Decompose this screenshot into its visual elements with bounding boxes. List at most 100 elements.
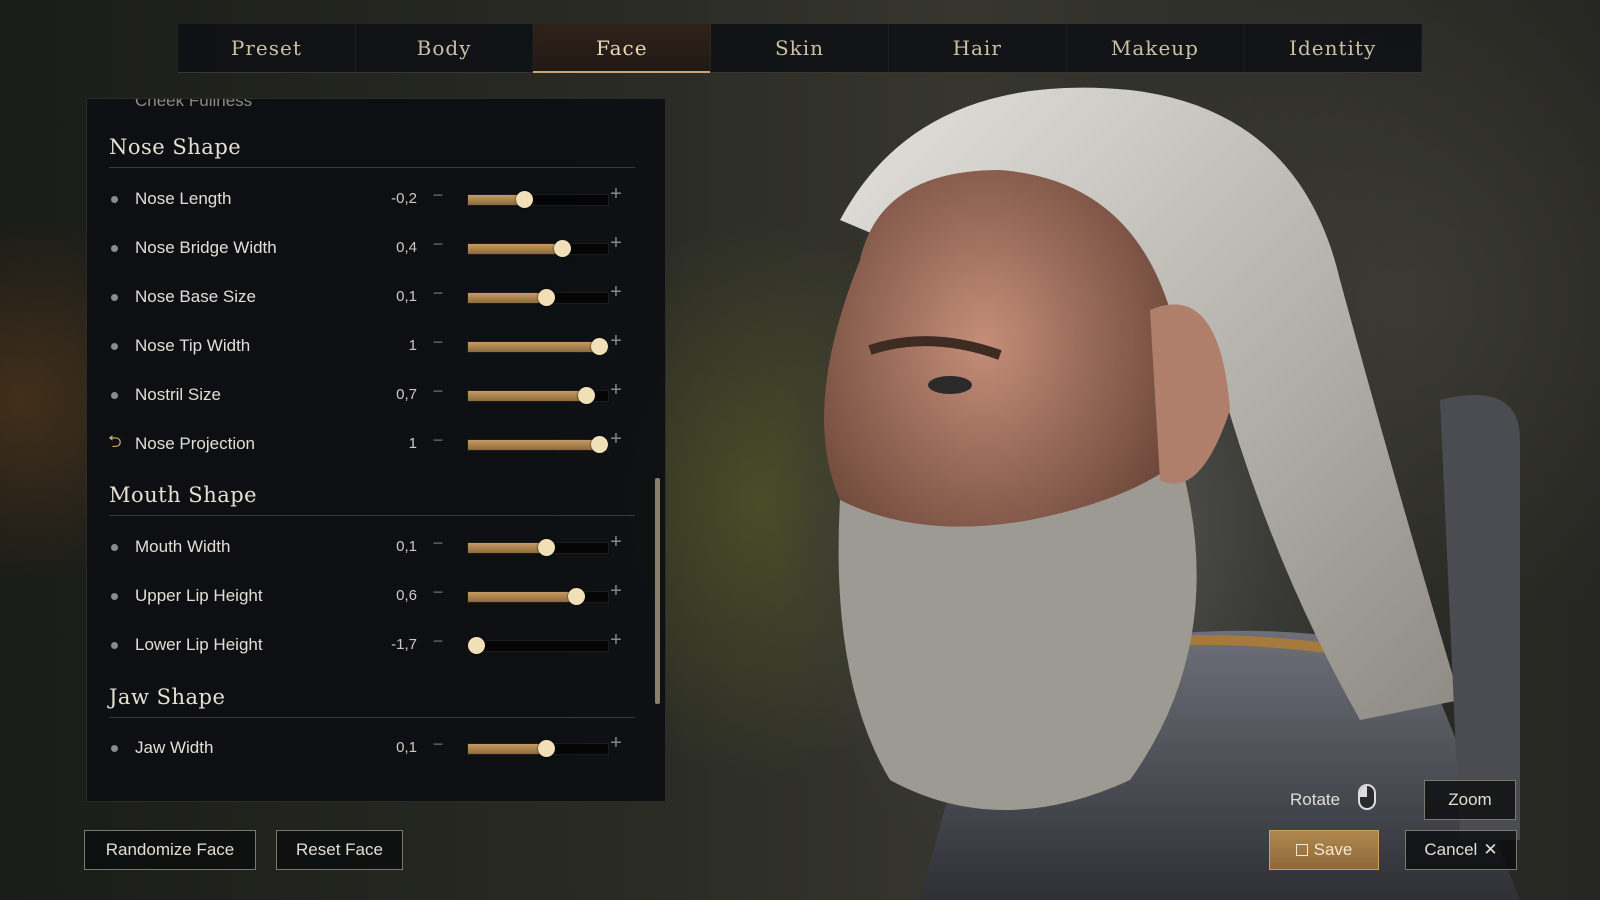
- slider-value: 0,7: [396, 386, 417, 403]
- slider-value: 0,1: [396, 739, 417, 756]
- reset-face-button[interactable]: Reset Face: [276, 830, 403, 870]
- minus-button[interactable]: −: [431, 283, 445, 304]
- plus-button[interactable]: +: [609, 580, 623, 603]
- bullet-icon: [111, 245, 118, 252]
- section-divider: [109, 515, 635, 516]
- minus-button[interactable]: −: [431, 582, 445, 603]
- slider-track[interactable]: [467, 588, 609, 605]
- slider-thumb[interactable]: [553, 240, 571, 257]
- slider-row-nose-projection: ⮌ Nose Projection 1 − +: [87, 424, 665, 464]
- minus-button[interactable]: −: [431, 234, 445, 255]
- plus-button[interactable]: +: [609, 629, 623, 652]
- tab-hair[interactable]: Hair: [889, 24, 1067, 72]
- slider-thumb[interactable]: [538, 289, 556, 306]
- slider-track[interactable]: [467, 436, 609, 453]
- slider-track[interactable]: [467, 740, 609, 757]
- character-preview[interactable]: [800, 80, 1520, 900]
- tab-body[interactable]: Body: [356, 24, 534, 72]
- plus-button[interactable]: +: [609, 232, 623, 255]
- slider-label: Nose Bridge Width: [135, 238, 277, 257]
- slider-row-upper-lip-height: Upper Lip Height 0,6 − +: [87, 576, 665, 616]
- slider-track[interactable]: [467, 637, 609, 654]
- face-settings-panel: Cheek Fullness Nose Shape Nose Length -0…: [86, 98, 666, 802]
- slider-row-cheek-fullness: Cheek Fullness: [87, 99, 665, 139]
- cancel-button[interactable]: Cancel ✕: [1405, 830, 1517, 870]
- slider-thumb[interactable]: [567, 588, 585, 605]
- tab-makeup[interactable]: Makeup: [1067, 24, 1245, 72]
- slider-row-jaw-width: Jaw Width 0,1 − +: [87, 728, 665, 768]
- close-icon: ✕: [1483, 840, 1498, 859]
- slider-fill: [468, 440, 607, 450]
- bullet-icon: [111, 294, 118, 301]
- slider-value: 1: [408, 435, 417, 452]
- slider-row-nose-length: Nose Length -0,2 − +: [87, 179, 665, 219]
- slider-fill: [468, 293, 547, 303]
- bullet-icon: [111, 544, 118, 551]
- tab-face[interactable]: Face: [533, 24, 712, 73]
- cancel-button-label: Cancel: [1424, 840, 1478, 859]
- slider-value: 0,1: [396, 538, 417, 555]
- bullet-icon: [111, 745, 118, 752]
- slider-label: Upper Lip Height: [135, 586, 263, 605]
- slider-value: 0,1: [396, 288, 417, 305]
- minus-button[interactable]: −: [431, 533, 445, 554]
- save-button-label: Save: [1313, 840, 1353, 859]
- plus-button[interactable]: +: [609, 379, 623, 402]
- slider-row-mouth-width: Mouth Width 0,1 − +: [87, 527, 665, 567]
- slider-value: 0,6: [396, 587, 417, 604]
- slider-label: Lower Lip Height: [135, 635, 263, 654]
- plus-button[interactable]: +: [609, 531, 623, 554]
- tab-skin[interactable]: Skin: [711, 24, 889, 72]
- plus-button[interactable]: +: [609, 281, 623, 304]
- bullet-icon: [111, 593, 118, 600]
- section-divider: [109, 717, 635, 718]
- panel-scrollbar[interactable]: [655, 478, 660, 704]
- plus-button[interactable]: +: [609, 330, 623, 353]
- minus-button[interactable]: −: [431, 631, 445, 652]
- slider-track[interactable]: [467, 191, 609, 208]
- tab-preset[interactable]: Preset: [178, 24, 356, 72]
- undo-icon[interactable]: ⮌: [108, 433, 124, 451]
- slider-thumb[interactable]: [516, 191, 533, 208]
- minus-button[interactable]: −: [431, 185, 445, 206]
- slider-track[interactable]: [467, 539, 609, 556]
- mouse-icon: [1358, 784, 1376, 810]
- minus-button[interactable]: −: [431, 734, 445, 755]
- slider-track[interactable]: [467, 289, 609, 306]
- slider-thumb[interactable]: [538, 539, 556, 556]
- slider-row-lower-lip-height: Lower Lip Height -1,7 − +: [87, 625, 665, 665]
- slider-thumb[interactable]: [590, 338, 608, 355]
- slider-label: Nose Length: [135, 189, 232, 208]
- slider-thumb[interactable]: [538, 740, 556, 757]
- slider-track[interactable]: [467, 240, 609, 257]
- bullet-icon: [111, 392, 118, 399]
- slider-row-nostril-size: Nostril Size 0,7 − +: [87, 375, 665, 415]
- slider-thumb[interactable]: [468, 637, 485, 654]
- tab-identity[interactable]: Identity: [1244, 24, 1423, 72]
- save-button[interactable]: Save: [1269, 830, 1379, 870]
- slider-thumb[interactable]: [590, 436, 608, 453]
- slider-value: -0,2: [391, 190, 417, 207]
- slider-thumb[interactable]: [577, 387, 595, 404]
- randomize-face-button[interactable]: Randomize Face: [84, 830, 256, 870]
- slider-label: Nose Projection: [135, 434, 256, 453]
- slider-label: Nostril Size: [135, 385, 221, 404]
- bullet-icon: [111, 196, 118, 203]
- minus-button[interactable]: −: [431, 332, 445, 353]
- plus-button[interactable]: +: [609, 732, 623, 755]
- slider-row-nose-bridge-width: Nose Bridge Width 0,4 − +: [87, 228, 665, 268]
- bullet-icon: [111, 343, 118, 350]
- slider-track[interactable]: [467, 338, 609, 355]
- section-title-mouth-shape: Mouth Shape: [109, 483, 258, 507]
- plus-button[interactable]: +: [609, 183, 623, 206]
- slider-label: Jaw Width: [135, 738, 214, 757]
- slider-fill: [468, 342, 607, 352]
- section-divider: [109, 167, 635, 168]
- slider-row-nose-tip-width: Nose Tip Width 1 − +: [87, 326, 665, 366]
- tab-bar: Preset Body Face Skin Hair Makeup Identi…: [178, 24, 1423, 73]
- zoom-button[interactable]: Zoom: [1424, 780, 1516, 820]
- slider-track[interactable]: [467, 387, 609, 404]
- minus-button[interactable]: −: [431, 430, 445, 451]
- plus-button[interactable]: +: [609, 428, 623, 451]
- minus-button[interactable]: −: [431, 381, 445, 402]
